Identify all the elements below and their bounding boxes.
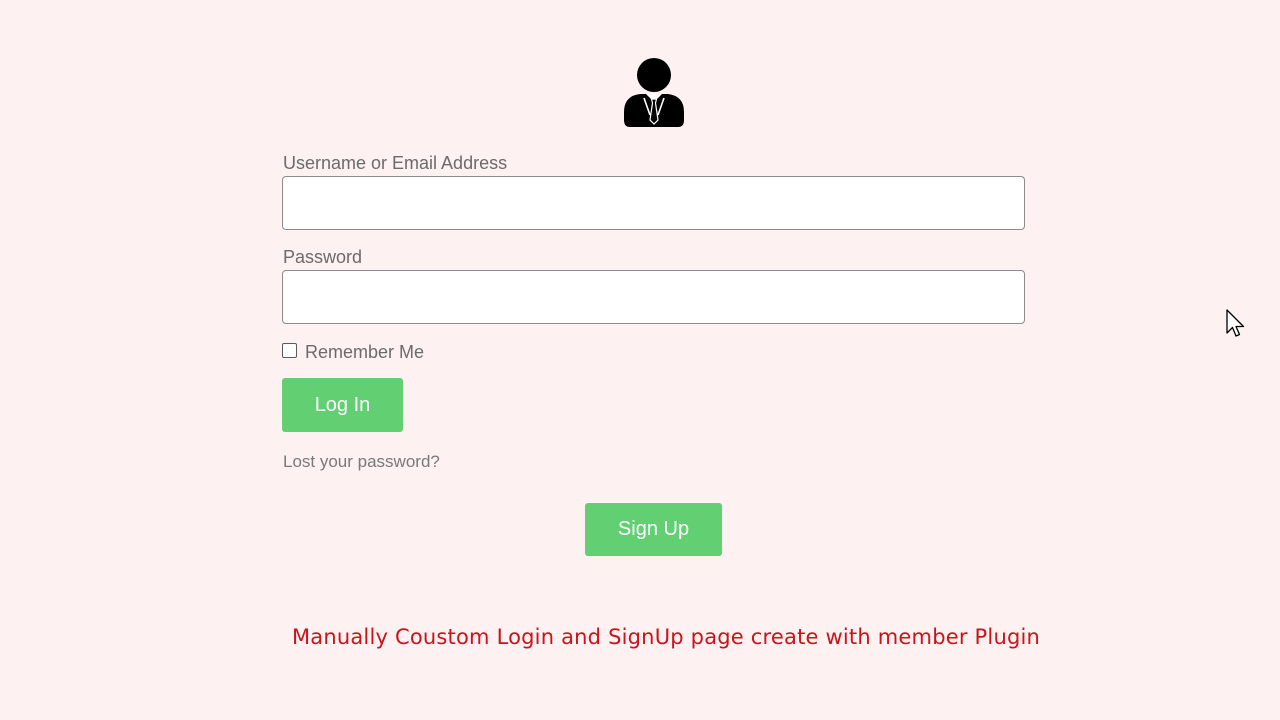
login-page: Username or Email Address Password Remem… [0, 0, 1280, 720]
password-label: Password [283, 247, 363, 267]
remember-me-label[interactable]: Remember Me [305, 342, 424, 363]
password-input[interactable] [282, 270, 1025, 324]
remember-me-row: Remember Me [282, 340, 424, 363]
user-avatar-icon [622, 58, 686, 128]
login-button[interactable]: Log In [282, 378, 403, 432]
lost-password-link[interactable]: Lost your password? [283, 452, 440, 472]
remember-me-checkbox[interactable] [282, 343, 297, 358]
mouse-pointer-icon [1226, 309, 1246, 339]
signup-button[interactable]: Sign Up [585, 503, 722, 556]
username-input[interactable] [282, 176, 1025, 230]
username-label: Username or Email Address [283, 153, 508, 173]
video-caption: Manually Coustom Login and SignUp page c… [291, 625, 1041, 649]
